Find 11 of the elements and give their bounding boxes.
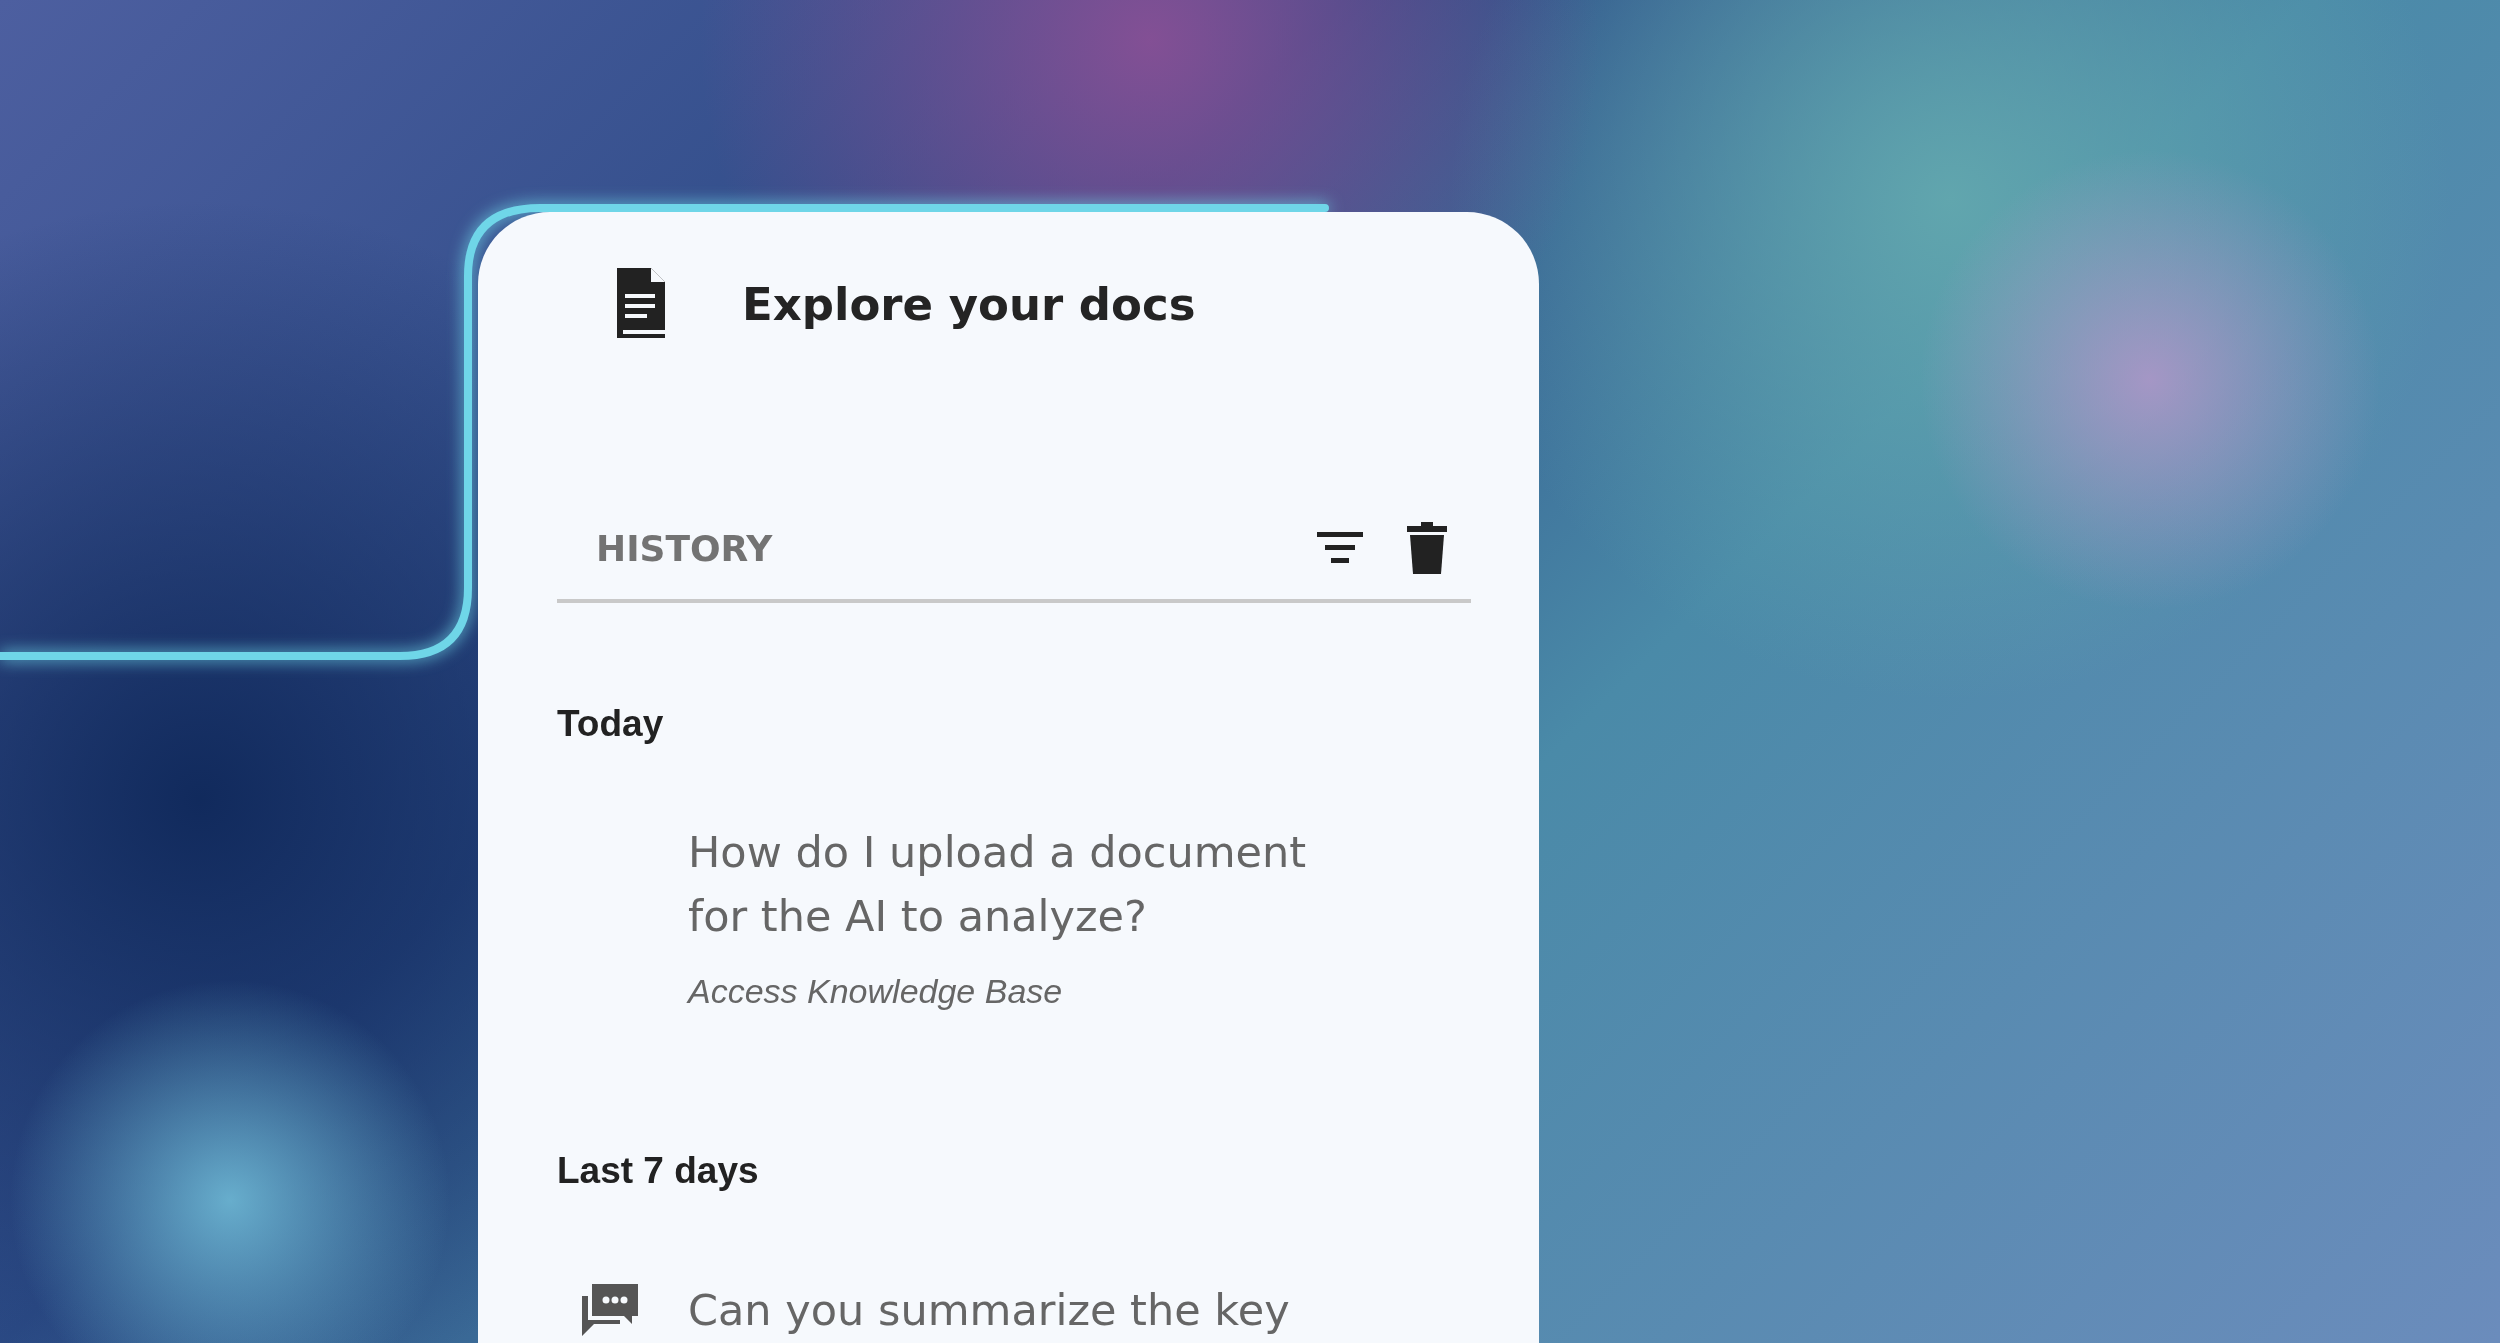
- history-heading: HISTORY: [596, 527, 774, 569]
- history-question[interactable]: How do I upload a document for the AI to analyze?: [688, 820, 1328, 948]
- trash-icon[interactable]: [1407, 522, 1447, 574]
- document-icon: [615, 268, 667, 340]
- group-heading: Today: [557, 703, 665, 745]
- history-source: Access Knowledge Base: [688, 972, 1064, 1011]
- filter-icon[interactable]: [1317, 530, 1363, 566]
- group-heading: Last 7 days: [557, 1150, 760, 1192]
- history-question[interactable]: Can you summarize the key: [688, 1278, 1328, 1342]
- panel-title: Explore your docs: [742, 277, 1196, 331]
- chat-icon: [580, 1284, 640, 1336]
